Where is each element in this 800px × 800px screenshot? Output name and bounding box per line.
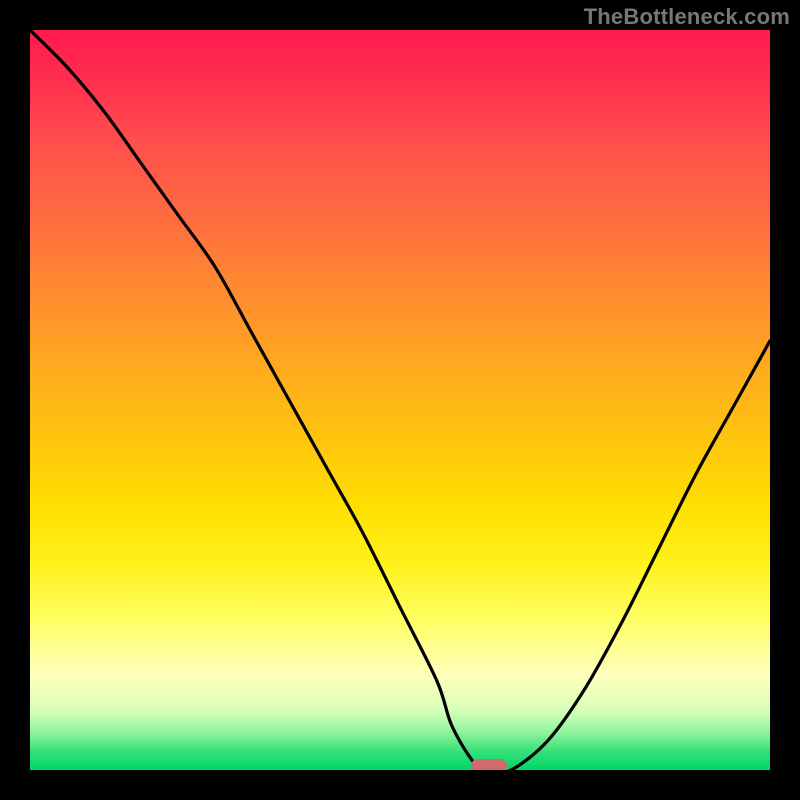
plot-area xyxy=(30,30,770,770)
watermark-text: TheBottleneck.com xyxy=(584,4,790,30)
curve-svg xyxy=(30,30,770,770)
minimum-marker xyxy=(471,759,507,770)
chart-frame: TheBottleneck.com xyxy=(0,0,800,800)
bottleneck-curve-path xyxy=(30,30,770,770)
